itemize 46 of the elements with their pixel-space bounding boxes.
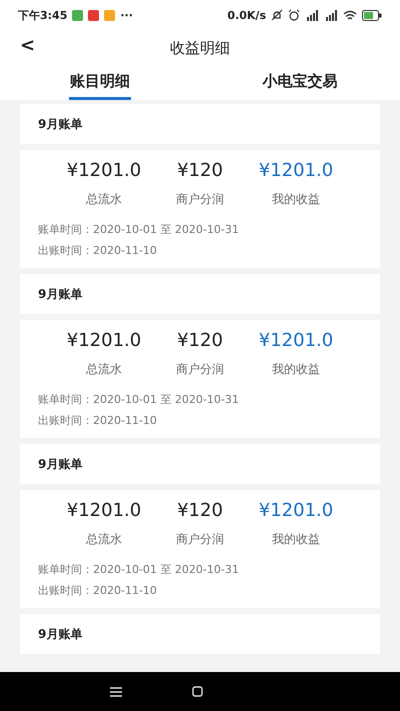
app-notification-icon bbox=[88, 10, 100, 20]
alarm-icon bbox=[288, 9, 300, 21]
amount-label: 商户分润 bbox=[176, 531, 224, 548]
amount: ¥1201.0 bbox=[258, 330, 334, 351]
wifi-icon bbox=[343, 10, 357, 20]
amount-label: 我的收益 bbox=[272, 191, 320, 208]
back-button[interactable]: < bbox=[18, 35, 38, 56]
issue-date: 出账时间：2020-11-10 bbox=[38, 413, 158, 428]
bill-period: 账单时间：2020-10-01 至 2020-10-31 bbox=[38, 222, 240, 237]
issue-date: 出账时间：2020-11-10 bbox=[38, 243, 158, 258]
bill-title: 9月账单 bbox=[38, 626, 82, 642]
amount: ¥1201.0 bbox=[258, 160, 334, 181]
tab[interactable]: 账目明细 bbox=[0, 66, 200, 100]
status-time: 下午3:45 bbox=[18, 8, 68, 22]
square-icon[interactable] bbox=[192, 686, 203, 697]
amount: ¥1201.0 bbox=[66, 160, 142, 181]
amount-label: 总流水 bbox=[86, 361, 122, 378]
more-notifications: ··· bbox=[120, 8, 133, 22]
bill-period: 账单时间：2020-10-01 至 2020-10-31 bbox=[38, 392, 240, 407]
amount: ¥120 bbox=[177, 500, 223, 521]
bill-title: 9月账单 bbox=[38, 286, 82, 302]
amount-label: 商户分润 bbox=[176, 361, 224, 378]
tab[interactable]: 小电宝交易 bbox=[200, 66, 400, 100]
bill-title: 9月账单 bbox=[38, 456, 82, 472]
amount: ¥1201.0 bbox=[66, 330, 142, 351]
amount-label: 我的收益 bbox=[272, 531, 320, 548]
app-notification-icon bbox=[104, 10, 116, 20]
amount-label: 总流水 bbox=[86, 191, 122, 208]
page-title: 收益明细 bbox=[170, 38, 230, 58]
amount: ¥1201.0 bbox=[258, 500, 334, 521]
bill-title: 9月账单 bbox=[38, 116, 82, 132]
amount: ¥120 bbox=[177, 330, 223, 351]
network-speed: 0.0K/s bbox=[227, 8, 266, 22]
amount: ¥1201.0 bbox=[66, 500, 142, 521]
bill-period: 账单时间：2020-10-01 至 2020-10-31 bbox=[38, 562, 240, 577]
amount: ¥120 bbox=[177, 160, 223, 181]
signal-icon bbox=[305, 10, 319, 20]
amount-label: 总流水 bbox=[86, 531, 122, 548]
signal-icon bbox=[324, 10, 338, 20]
amount-label: 商户分润 bbox=[176, 191, 224, 208]
battery-icon bbox=[362, 10, 382, 20]
menu-icon[interactable] bbox=[110, 686, 122, 696]
app-notification-icon bbox=[72, 10, 84, 20]
amount-label: 我的收益 bbox=[272, 361, 320, 378]
mute-icon bbox=[271, 9, 283, 21]
issue-date: 出账时间：2020-11-10 bbox=[38, 583, 158, 598]
